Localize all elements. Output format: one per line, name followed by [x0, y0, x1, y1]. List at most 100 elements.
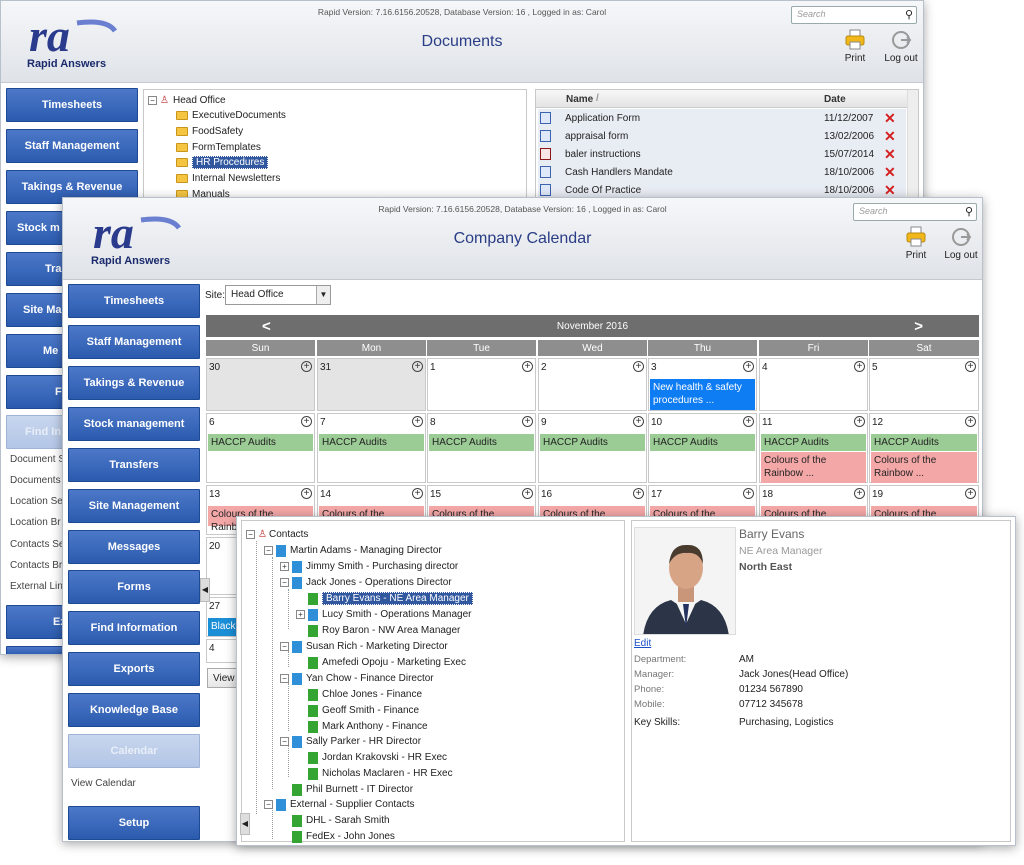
document-row[interactable]: appraisal form 13/02/2006 ✕: [538, 127, 906, 145]
add-event-icon[interactable]: +: [522, 361, 533, 372]
add-event-icon[interactable]: +: [301, 361, 312, 372]
day-cell[interactable]: 9 + HACCP Audits: [538, 413, 647, 483]
contact-node[interactable]: − Martin Adams - Managing Director: [264, 543, 442, 558]
delete-icon[interactable]: ✕: [884, 164, 896, 181]
collapse-icon[interactable]: −: [264, 800, 273, 809]
nav-calendar[interactable]: Calendar: [68, 734, 200, 768]
contact-node[interactable]: Chloe Jones - Finance: [308, 687, 422, 702]
nav-timesheets[interactable]: Timesheets: [6, 88, 138, 122]
nav-forms[interactable]: Forms: [68, 570, 200, 604]
contact-node[interactable]: Nicholas Maclaren - HR Exec: [308, 766, 453, 781]
nav-exports[interactable]: Exports: [68, 652, 200, 686]
collapse-icon[interactable]: −: [264, 546, 273, 555]
day-cell[interactable]: 30 +: [206, 358, 315, 411]
day-cell[interactable]: 3 + New health & safety procedures ...: [648, 358, 757, 411]
contact-node[interactable]: − Jack Jones - Operations Director: [280, 575, 452, 590]
day-cell[interactable]: 1 +: [427, 358, 536, 411]
event-haccp[interactable]: HACCP Audits: [540, 434, 645, 451]
folder-executive[interactable]: ExecutiveDocuments: [176, 108, 286, 123]
day-cell[interactable]: 7 + HACCP Audits: [317, 413, 426, 483]
delete-icon[interactable]: ✕: [884, 110, 896, 127]
next-month-button[interactable]: >: [914, 318, 923, 335]
add-event-icon[interactable]: +: [522, 416, 533, 427]
collapse-icon[interactable]: −: [280, 642, 289, 651]
sublink-location-browse[interactable]: Location Br: [10, 517, 61, 528]
contact-node-selected[interactable]: Barry Evans - NE Area Manager: [308, 591, 473, 606]
sublink-location-search[interactable]: Location Se: [10, 496, 63, 507]
day-cell[interactable]: 5 +: [869, 358, 979, 411]
add-event-icon[interactable]: +: [301, 488, 312, 499]
contact-node[interactable]: − Yan Chow - Finance Director: [280, 671, 434, 686]
nav-staff-management[interactable]: Staff Management: [68, 325, 200, 359]
add-event-icon[interactable]: +: [633, 488, 644, 499]
collapse-icon[interactable]: −: [246, 530, 255, 539]
add-event-icon[interactable]: +: [633, 361, 644, 372]
sublink-external-links[interactable]: External Lin: [10, 581, 63, 592]
folder-formtemplates[interactable]: FormTemplates: [176, 140, 261, 155]
add-event-icon[interactable]: +: [743, 488, 754, 499]
nav-messages[interactable]: Messages: [68, 530, 200, 564]
add-event-icon[interactable]: +: [743, 361, 754, 372]
collapse-pane-button[interactable]: ◀: [240, 813, 250, 835]
logout-button[interactable]: Log out: [881, 29, 921, 64]
event-rainbow[interactable]: Colours of the Rainbow ...: [761, 452, 866, 483]
contact-node[interactable]: FedEx - John Jones: [292, 829, 395, 844]
add-event-icon[interactable]: +: [854, 361, 865, 372]
event-health-safety[interactable]: New health & safety procedures ...: [650, 379, 755, 410]
folder-hr-procedures[interactable]: HR Procedures: [176, 155, 269, 170]
event-haccp[interactable]: HACCP Audits: [429, 434, 534, 451]
collapse-icon[interactable]: −: [280, 737, 289, 746]
day-cell[interactable]: 12 + HACCP Audits Colours of the Rainbow ..…: [869, 413, 979, 483]
add-event-icon[interactable]: +: [965, 416, 976, 427]
document-row[interactable]: Application Form 11/12/2007 ✕: [538, 109, 906, 127]
contact-node[interactable]: Jordan Krakovski - HR Exec: [308, 750, 447, 765]
nav-timesheets[interactable]: Timesheets: [68, 284, 200, 318]
document-row[interactable]: Cash Handlers Mandate 18/10/2006 ✕: [538, 163, 906, 181]
day-cell[interactable]: 4 +: [759, 358, 868, 411]
add-event-icon[interactable]: +: [965, 361, 976, 372]
sublink-contacts-search[interactable]: Contacts Se: [10, 539, 64, 550]
add-event-icon[interactable]: +: [854, 416, 865, 427]
search-input[interactable]: Search ⚲: [853, 203, 977, 221]
site-select[interactable]: Head Office ▼: [225, 285, 331, 305]
col-name[interactable]: Name: [566, 94, 593, 105]
event-haccp[interactable]: HACCP Audits: [761, 434, 866, 451]
collapse-icon[interactable]: −: [280, 578, 289, 587]
expand-icon[interactable]: +: [280, 562, 289, 571]
contact-node[interactable]: DHL - Sarah Smith: [292, 813, 390, 828]
delete-icon[interactable]: ✕: [884, 128, 896, 145]
event-haccp[interactable]: HACCP Audits: [650, 434, 755, 451]
collapse-icon[interactable]: −: [148, 96, 157, 105]
search-icon[interactable]: ⚲: [965, 205, 973, 218]
delete-icon[interactable]: ✕: [884, 146, 896, 163]
add-event-icon[interactable]: +: [412, 361, 423, 372]
contact-node[interactable]: − Sally Parker - HR Director: [280, 734, 421, 749]
logout-button[interactable]: Log out: [941, 226, 981, 261]
sublink-documents[interactable]: Documents: [10, 475, 61, 486]
folder-foodsafety[interactable]: FoodSafety: [176, 124, 243, 139]
contact-node[interactable]: Roy Baron - NW Area Manager: [308, 623, 460, 638]
print-button[interactable]: Print: [837, 29, 873, 64]
chevron-down-icon[interactable]: ▼: [316, 286, 330, 304]
event-haccp[interactable]: HACCP Audits: [871, 434, 977, 451]
nav-staff-management[interactable]: Staff Management: [6, 129, 138, 163]
add-event-icon[interactable]: +: [633, 416, 644, 427]
expand-icon[interactable]: +: [296, 610, 305, 619]
add-event-icon[interactable]: +: [522, 488, 533, 499]
event-rainbow[interactable]: Colours of the Rainbow ...: [871, 452, 977, 483]
event-haccp[interactable]: HACCP Audits: [319, 434, 424, 451]
event-haccp[interactable]: HACCP Audits: [208, 434, 313, 451]
nav-stock-management[interactable]: Stock management: [68, 407, 200, 441]
add-event-icon[interactable]: +: [743, 416, 754, 427]
contact-node[interactable]: Phil Burnett - IT Director: [292, 782, 413, 797]
day-cell[interactable]: 6 + HACCP Audits: [206, 413, 315, 483]
add-event-icon[interactable]: +: [412, 488, 423, 499]
add-event-icon[interactable]: +: [301, 416, 312, 427]
search-icon[interactable]: ⚲: [905, 8, 913, 21]
nav-transfers[interactable]: Transfers: [68, 448, 200, 482]
add-event-icon[interactable]: +: [965, 488, 976, 499]
day-cell[interactable]: 10 + HACCP Audits: [648, 413, 757, 483]
grid-scrollbar[interactable]: [907, 90, 918, 198]
tree-root[interactable]: − ♙ Head Office: [148, 93, 226, 108]
edit-link[interactable]: Edit: [634, 638, 651, 649]
